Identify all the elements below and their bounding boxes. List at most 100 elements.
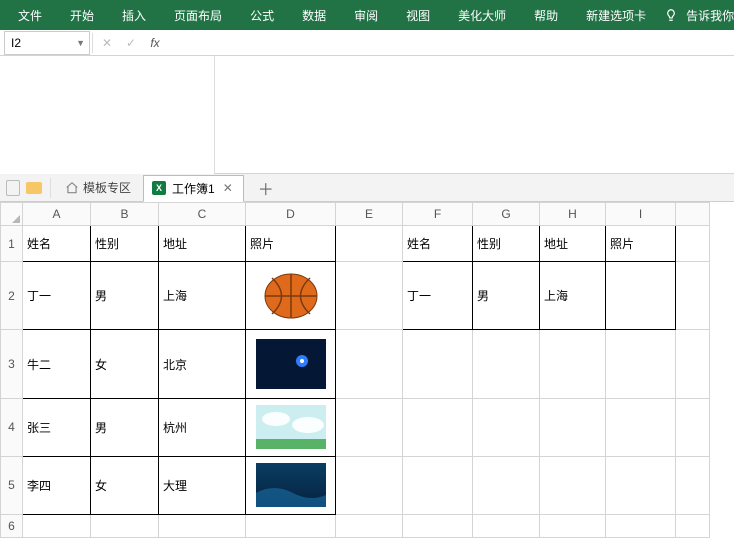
cell[interactable]: 北京 (159, 330, 246, 398)
tab-view[interactable]: 视图 (392, 0, 444, 30)
tab-file[interactable]: 文件 (4, 0, 56, 30)
col-header[interactable]: E (336, 203, 403, 226)
cell[interactable] (473, 330, 540, 398)
cell[interactable] (540, 456, 606, 514)
cell[interactable]: 男 (91, 261, 159, 329)
cell[interactable] (606, 514, 676, 537)
cell[interactable]: 李四 (23, 456, 91, 514)
col-header[interactable]: B (91, 203, 159, 226)
cell[interactable]: 牛二 (23, 330, 91, 398)
cell[interactable] (403, 456, 473, 514)
cell[interactable] (403, 398, 473, 456)
new-doc-icon[interactable] (6, 180, 20, 196)
cell[interactable]: 丁一 (403, 261, 473, 329)
cell[interactable] (606, 261, 676, 329)
tab-data[interactable]: 数据 (288, 0, 340, 30)
cell[interactable] (403, 330, 473, 398)
cell[interactable] (159, 514, 246, 537)
tab-formulas[interactable]: 公式 (236, 0, 288, 30)
cell[interactable] (676, 398, 710, 456)
cell[interactable] (336, 398, 403, 456)
cell[interactable] (676, 261, 710, 329)
workbook-tab[interactable]: X 工作簿1 ✕ (143, 175, 244, 202)
cell[interactable]: 性别 (473, 226, 540, 262)
tab-beautify[interactable]: 美化大师 (444, 0, 520, 30)
col-header[interactable]: A (23, 203, 91, 226)
col-header[interactable]: I (606, 203, 676, 226)
cell[interactable] (336, 514, 403, 537)
cell[interactable]: 姓名 (23, 226, 91, 262)
cell[interactable]: 照片 (606, 226, 676, 262)
row-header[interactable]: 2 (1, 261, 23, 329)
tab-review[interactable]: 审阅 (340, 0, 392, 30)
cell[interactable] (676, 226, 710, 262)
cell-photo[interactable] (246, 398, 336, 456)
cell[interactable] (473, 456, 540, 514)
cell[interactable] (676, 514, 710, 537)
cell[interactable]: 女 (91, 456, 159, 514)
col-header[interactable]: D (246, 203, 336, 226)
cell[interactable]: 张三 (23, 398, 91, 456)
col-header[interactable] (676, 203, 710, 226)
row-header[interactable]: 5 (1, 456, 23, 514)
confirm-icon[interactable]: ✓ (119, 36, 143, 50)
cell[interactable] (473, 398, 540, 456)
fx-icon[interactable]: fx (143, 36, 167, 50)
cell[interactable] (23, 514, 91, 537)
tell-me[interactable]: 告诉我你 (682, 0, 734, 30)
cell[interactable] (676, 330, 710, 398)
chevron-down-icon[interactable]: ▼ (76, 38, 85, 48)
cancel-icon[interactable]: ✕ (95, 36, 119, 50)
folder-icon[interactable] (26, 182, 42, 194)
cell[interactable] (540, 330, 606, 398)
name-box[interactable]: I2 ▼ (4, 31, 90, 55)
tab-insert[interactable]: 插入 (108, 0, 160, 30)
cell[interactable] (606, 398, 676, 456)
cell[interactable] (336, 456, 403, 514)
close-icon[interactable]: ✕ (221, 181, 235, 195)
cell[interactable] (606, 330, 676, 398)
cell[interactable] (676, 456, 710, 514)
cell[interactable] (246, 514, 336, 537)
add-tab-button[interactable]: ＋ (250, 176, 282, 200)
cell[interactable] (336, 226, 403, 262)
cell[interactable] (336, 261, 403, 329)
cell[interactable]: 地址 (159, 226, 246, 262)
cell-photo[interactable] (246, 261, 336, 329)
cell[interactable] (606, 456, 676, 514)
cell[interactable]: 丁一 (23, 261, 91, 329)
col-header[interactable]: H (540, 203, 606, 226)
select-all-corner[interactable] (1, 203, 23, 226)
tab-pagelayout[interactable]: 页面布局 (160, 0, 236, 30)
formula-input-area[interactable] (214, 56, 734, 174)
row-header[interactable]: 3 (1, 330, 23, 398)
cell-photo[interactable] (246, 456, 336, 514)
cell[interactable]: 男 (91, 398, 159, 456)
cell[interactable]: 女 (91, 330, 159, 398)
cell[interactable] (473, 514, 540, 537)
col-header[interactable]: F (403, 203, 473, 226)
cell-photo[interactable] (246, 330, 336, 398)
cell[interactable]: 性别 (91, 226, 159, 262)
cell[interactable] (540, 514, 606, 537)
row-header[interactable]: 4 (1, 398, 23, 456)
tab-help[interactable]: 帮助 (520, 0, 572, 30)
cell[interactable]: 大理 (159, 456, 246, 514)
cell[interactable] (91, 514, 159, 537)
cell[interactable]: 地址 (540, 226, 606, 262)
col-header[interactable]: C (159, 203, 246, 226)
template-zone[interactable]: 模板专区 (59, 179, 137, 196)
cell[interactable] (403, 514, 473, 537)
cell[interactable]: 男 (473, 261, 540, 329)
col-header[interactable]: G (473, 203, 540, 226)
tab-home[interactable]: 开始 (56, 0, 108, 30)
cell[interactable]: 照片 (246, 226, 336, 262)
cell[interactable]: 杭州 (159, 398, 246, 456)
row-header[interactable]: 1 (1, 226, 23, 262)
tab-new[interactable]: 新建选项卡 (572, 0, 660, 30)
cell[interactable]: 上海 (540, 261, 606, 329)
cell[interactable] (336, 330, 403, 398)
cell[interactable]: 姓名 (403, 226, 473, 262)
sheet[interactable]: A B C D E F G H I 1 姓名 性别 地址 照片 姓名 性别 地址… (0, 202, 710, 538)
cell[interactable]: 上海 (159, 261, 246, 329)
